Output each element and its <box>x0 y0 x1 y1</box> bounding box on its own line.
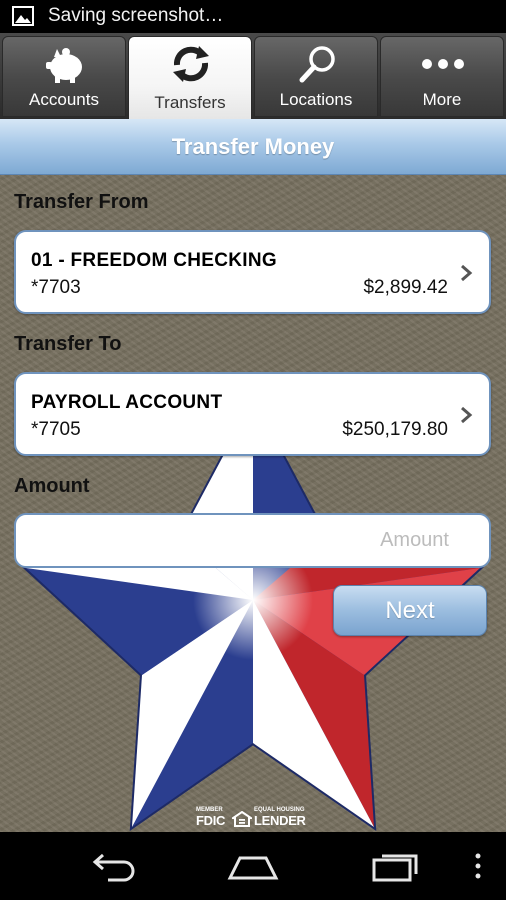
transfer-to-label: Transfer To <box>14 333 122 355</box>
next-button[interactable]: Next <box>333 585 487 636</box>
page-title: Transfer Money <box>171 134 335 159</box>
equal-housing-icon <box>232 811 252 827</box>
tab-bar: Accounts Transfers Locations More <box>0 33 506 120</box>
piggy-bank-icon <box>46 48 82 83</box>
chevron-right-icon <box>461 406 473 424</box>
home-icon[interactable] <box>226 848 280 884</box>
chevron-right-icon <box>461 264 473 282</box>
account-name: 01 - FREEDOM CHECKING <box>31 250 277 271</box>
account-balance: $250,179.80 <box>342 419 448 440</box>
magnifier-icon <box>299 46 335 83</box>
account-balance: $2,899.42 <box>363 277 448 298</box>
account-number: *7705 <box>31 419 81 440</box>
account-number: *7703 <box>31 277 81 298</box>
notification-text: Saving screenshot… <box>48 5 224 26</box>
amount-input[interactable] <box>14 513 491 568</box>
transfer-from-label: Transfer From <box>14 191 149 213</box>
transfer-arrows-icon <box>173 46 209 82</box>
transfer-form: Transfer From 01 - FREEDOM CHECKING *770… <box>0 175 506 832</box>
tab-label: Locations <box>279 90 353 109</box>
back-icon[interactable] <box>88 848 138 884</box>
tab-accounts[interactable]: Accounts <box>2 36 126 117</box>
image-icon <box>12 6 34 26</box>
status-bar: Saving screenshot… <box>0 0 506 33</box>
more-dots-icon <box>422 59 464 69</box>
fdic-equal-housing-logo: MEMBER FDIC EQUAL HOUSING LENDER <box>196 807 306 828</box>
tab-label: More <box>422 90 462 109</box>
transfer-from-account[interactable]: 01 - FREEDOM CHECKING *7703 $2,899.42 <box>14 230 491 314</box>
tab-label: Accounts <box>29 90 99 109</box>
tab-label: Transfers <box>154 93 226 112</box>
tab-locations[interactable]: Locations <box>254 36 378 117</box>
menu-icon[interactable] <box>470 848 486 884</box>
recent-apps-icon[interactable] <box>370 848 420 884</box>
account-name: PAYROLL ACCOUNT <box>31 392 223 413</box>
system-nav-bar <box>0 832 506 900</box>
page-header: Transfer Money <box>0 119 506 175</box>
tab-transfers[interactable]: Transfers <box>128 36 252 120</box>
tab-more[interactable]: More <box>380 36 504 117</box>
transfer-to-account[interactable]: PAYROLL ACCOUNT *7705 $250,179.80 <box>14 372 491 456</box>
amount-label: Amount <box>14 475 90 497</box>
